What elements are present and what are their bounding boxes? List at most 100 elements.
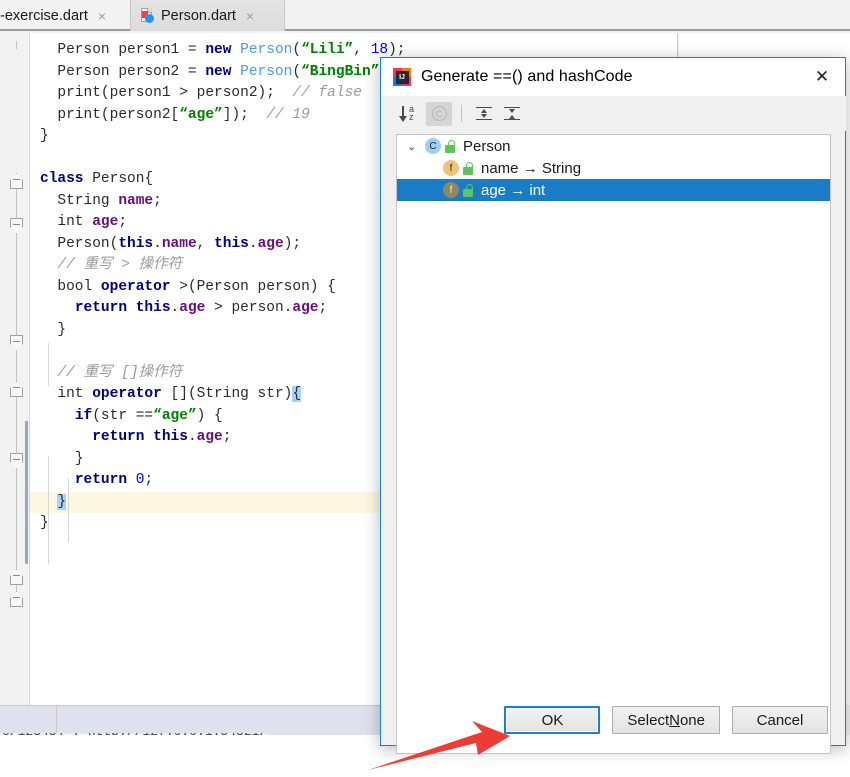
code-token: “BingBin”	[301, 63, 380, 80]
fold-marker-collapse-icon[interactable]	[10, 569, 23, 585]
group-by-class-button[interactable]: C	[426, 101, 452, 126]
unlocked-padlock-icon	[444, 139, 456, 153]
dialog-title-bar: IJ Generate ==() and hashCode ✕	[381, 58, 845, 96]
code-token: // false	[292, 85, 362, 101]
editor-tab-bar: t-exercise.dart × Person.dart ×	[0, 0, 850, 31]
fold-marker-collapse-icon[interactable]	[10, 591, 23, 607]
code-token: age	[179, 300, 206, 316]
code-token: ;	[144, 472, 154, 488]
code-token: Person{	[92, 171, 154, 187]
tree-item-name[interactable]: f name → String	[397, 157, 830, 179]
code-token: age	[257, 235, 284, 252]
editor-tab-inactive[interactable]: t-exercise.dart ×	[0, 0, 114, 31]
code-token: this	[135, 300, 171, 316]
fold-marker-expand-icon[interactable]	[10, 218, 23, 234]
code-token: // 重写 []操作符	[57, 364, 183, 381]
dialog-toolbar: az C	[382, 96, 846, 131]
tree-item-label: Person	[463, 137, 511, 155]
ok-button[interactable]: OK	[504, 706, 601, 734]
code-token: “age”	[179, 106, 223, 123]
chevron-down-icon[interactable]: ⌄	[407, 140, 425, 153]
code-token: ;	[153, 192, 162, 209]
class-grouping-icon: C	[431, 106, 447, 121]
code-token: ,	[196, 235, 215, 252]
code-token: new	[205, 42, 241, 58]
dialog-title: Generate ==() and hashCode	[421, 68, 633, 85]
collapse-all-button[interactable]	[499, 102, 525, 126]
expand-all-icon	[476, 106, 492, 122]
dart-file-icon	[141, 7, 155, 24]
select-none-mnemonic: N	[669, 711, 680, 729]
code-token: int	[57, 386, 93, 402]
code-token: (str ==	[92, 407, 154, 424]
indent-guide	[48, 343, 49, 386]
unlocked-padlock-icon	[462, 183, 474, 197]
code-token: age	[196, 429, 223, 445]
fields-tree-list[interactable]: ⌄ C Person f name → String f age → int	[396, 134, 831, 754]
changed-lines-marker	[25, 421, 28, 564]
fold-marker-collapse-icon[interactable]	[10, 381, 23, 397]
code-token: );	[283, 235, 302, 252]
select-none-label-post: one	[679, 711, 705, 729]
fold-marker-collapse-icon[interactable]	[10, 173, 23, 189]
close-icon[interactable]: ×	[246, 8, 254, 24]
cancel-button[interactable]: Cancel	[732, 706, 828, 734]
code-token: (	[292, 63, 302, 80]
tree-item-person[interactable]: ⌄ C Person	[397, 135, 830, 157]
code-token: ;	[222, 429, 232, 445]
code-token: Person person2 =	[57, 63, 206, 80]
close-icon[interactable]: ×	[98, 8, 106, 24]
code-token: print(person1 > person2);	[57, 85, 293, 101]
field-badge-icon: f	[443, 182, 459, 198]
select-none-button[interactable]: Select None	[612, 706, 720, 734]
code-token: Person(	[57, 235, 119, 252]
code-token: return	[74, 300, 136, 316]
code-token: age	[292, 300, 319, 316]
code-token: int	[57, 214, 93, 230]
fold-marker-expand-icon[interactable]	[10, 335, 23, 351]
code-token: “age”	[153, 407, 197, 424]
editor-tab-label: Person.dart	[161, 7, 236, 24]
code-token: name	[161, 235, 197, 252]
code-token: this	[214, 235, 249, 252]
code-token: return	[74, 472, 136, 488]
code-token: 18	[370, 42, 389, 58]
code-token: );	[388, 42, 406, 58]
editor-tab-active[interactable]: Person.dart ×	[130, 0, 285, 31]
tree-item-label: age → int	[481, 181, 546, 199]
code-token: }	[74, 450, 84, 467]
fold-marker-expand-icon[interactable]	[10, 453, 23, 469]
code-token: .	[187, 429, 197, 445]
code-token: ;	[118, 214, 128, 230]
sort-alphabetically-icon: az	[399, 104, 421, 123]
field-badge-icon: f	[443, 160, 459, 176]
indent-guide	[48, 456, 49, 564]
code-token: > person.	[205, 300, 293, 316]
code-token: // 重写 > 操作符	[57, 257, 183, 273]
code-token: // 19	[266, 106, 310, 123]
tree-item-label: name → String	[481, 159, 582, 177]
code-token: {	[292, 386, 302, 402]
code-token: }	[40, 128, 49, 144]
code-token: }	[57, 493, 67, 510]
sort-alphabetically-button[interactable]: az	[398, 102, 424, 126]
code-token: >(Person person) {	[170, 278, 336, 295]
unlocked-padlock-icon	[462, 161, 474, 175]
editor-gutter[interactable]	[0, 33, 30, 705]
code-token: age	[92, 214, 119, 230]
class-badge-icon: C	[425, 138, 441, 154]
intellij-idea-icon: IJ	[393, 68, 411, 86]
code-token: “Lili”	[301, 42, 354, 58]
code-token: return	[92, 429, 154, 445]
code-token: ) {	[196, 407, 223, 424]
collapse-all-icon	[504, 106, 520, 122]
close-icon[interactable]: ✕	[799, 58, 845, 96]
expand-all-button[interactable]	[471, 102, 497, 126]
select-none-label-pre: Select	[627, 711, 670, 729]
code-token: this	[153, 429, 188, 445]
code-token: name	[118, 192, 154, 209]
code-token: .	[170, 300, 180, 316]
code-token: .	[248, 235, 258, 252]
code-token: .	[153, 235, 162, 252]
tree-item-age[interactable]: f age → int	[397, 179, 830, 201]
